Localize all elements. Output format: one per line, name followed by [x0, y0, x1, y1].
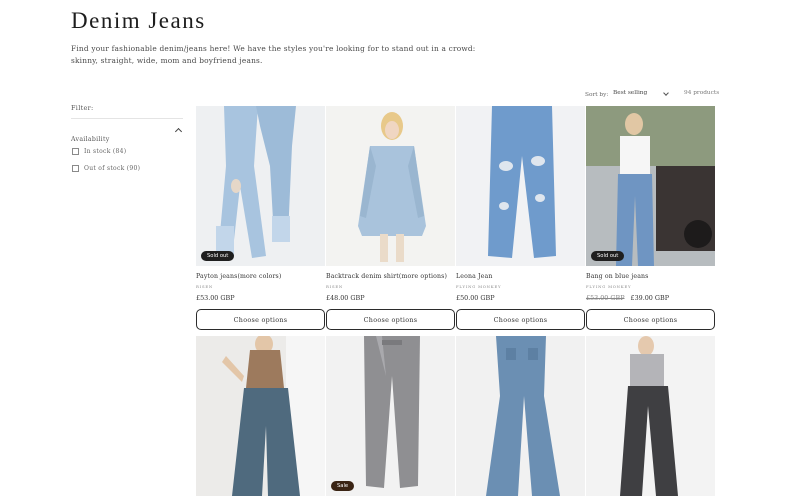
choose-options-button[interactable]: Choose options [326, 309, 455, 330]
product-image[interactable] [456, 106, 585, 266]
in-stock-label: In stock (84) [84, 147, 127, 155]
product-price: £53.00 GBP [196, 294, 235, 302]
sort-select[interactable]: Best selling [613, 90, 671, 100]
availability-toggle[interactable]: Availability [71, 126, 183, 143]
choose-options-button[interactable]: Choose options [196, 309, 325, 330]
product-count: 94 products [684, 90, 720, 96]
product-vendor: RISEN [326, 284, 344, 289]
choose-options-button[interactable]: Choose options [586, 309, 715, 330]
product-image[interactable]: Sold out [586, 106, 715, 266]
product-image[interactable] [196, 336, 325, 496]
product-title[interactable]: Payton jeans(more colors) [196, 273, 281, 280]
product-photo-ripped-jeans [456, 106, 585, 266]
product-vendor: FLYING MONKEY [586, 284, 632, 289]
filter-in-stock[interactable]: In stock (84) [72, 146, 126, 156]
product-image[interactable]: Sale [326, 336, 455, 496]
choose-options-button[interactable]: Choose options [456, 309, 585, 330]
product-image[interactable] [456, 336, 585, 496]
product-title[interactable]: Leona Jean [456, 273, 492, 280]
product-price: £50.00 GBP [456, 294, 495, 302]
product-photo-wide-leg-jeans [196, 336, 325, 496]
sold-out-badge: Sold out [201, 251, 235, 261]
product-photo-grey-jeans [326, 336, 455, 496]
filter-divider [71, 118, 183, 119]
product-title[interactable]: Bang on blue jeans [586, 273, 649, 280]
in-stock-checkbox[interactable] [72, 147, 79, 155]
sale-badge: Sale [331, 481, 355, 491]
product-vendor: FLYING MONKEY [456, 284, 502, 289]
sort-label: Sort by: [585, 92, 609, 98]
product-photo-jeans [196, 106, 325, 266]
product-compare-price: £53.00 GBP [586, 294, 625, 302]
product-title[interactable]: Backtrack denim shirt(more options) [326, 273, 447, 280]
availability-label: Availability [71, 136, 110, 143]
product-image[interactable]: Sold out [196, 106, 325, 266]
product-price-value: £50.00 GBP [456, 294, 495, 302]
chevron-down-icon [663, 90, 669, 96]
chevron-up-icon [174, 127, 183, 136]
product-photo-denim-shirt [326, 106, 455, 266]
sort-selected-value: Best selling [613, 90, 648, 96]
product-price-value: £53.00 GBP [196, 294, 235, 302]
product-sale-price: £39.00 GBP [630, 294, 670, 302]
filter-out-of-stock[interactable]: Out of stock (90) [72, 163, 140, 173]
sold-out-badge: Sold out [591, 251, 625, 261]
filter-label: Filter: [71, 104, 94, 112]
product-photo-flare-jeans [456, 336, 585, 496]
product-image[interactable] [326, 106, 455, 266]
product-price: £48.00 GBP [326, 294, 365, 302]
product-vendor: RISEN [196, 284, 214, 289]
collection-description: Find your fashionable denim/jeans here! … [71, 44, 476, 65]
product-price: £53.00 GBP £39.00 GBP [586, 294, 669, 302]
product-photo-black-flare-jeans [586, 336, 715, 496]
product-photo-blue-jeans-car [586, 106, 715, 266]
out-of-stock-checkbox[interactable] [72, 164, 79, 172]
product-price-value: £48.00 GBP [326, 294, 365, 302]
product-image[interactable] [586, 336, 715, 496]
out-of-stock-label: Out of stock (90) [84, 164, 141, 172]
page-title: Denim Jeans [71, 8, 206, 33]
